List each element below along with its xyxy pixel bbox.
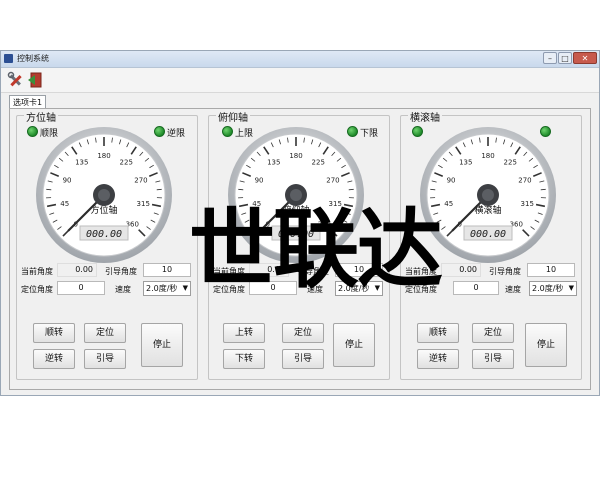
gauge-scale-label: 225: [504, 159, 517, 167]
speed-select[interactable]: 2.0度/秒 ▼: [529, 281, 577, 296]
exit-icon[interactable]: [27, 71, 45, 89]
title-bar: 控制系统 – □ ✕: [1, 51, 599, 68]
speed-label: 速度: [307, 285, 323, 294]
speed-value: 2.0度/秒: [532, 284, 564, 293]
gauge-scale-label: 270: [134, 177, 147, 185]
azimuth-gauge: 04590135180225270315360方位轴000.00: [36, 127, 172, 263]
gauge-scale-label: 135: [459, 159, 472, 167]
chevron-down-icon: ▼: [182, 284, 188, 292]
panel-title: 方位轴: [24, 109, 58, 124]
current-angle-label: 当前角度: [213, 267, 245, 276]
gauge-scale-label: 270: [518, 177, 531, 185]
gauge-scale-label: 180: [289, 152, 302, 160]
chevron-down-icon: ▼: [374, 284, 380, 292]
locate-button[interactable]: 定位: [282, 323, 324, 343]
speed-select[interactable]: 2.0度/秒 ▼: [143, 281, 191, 296]
guide-button[interactable]: 引导: [84, 349, 126, 369]
current-angle-value: 0.00: [57, 263, 97, 277]
window-title: 控制系统: [17, 54, 49, 63]
target-angle-label: 定位角度: [21, 285, 53, 294]
close-icon[interactable]: ✕: [573, 52, 597, 64]
stop-button[interactable]: 停止: [525, 323, 567, 367]
guide-angle-label: 引导角度: [297, 267, 329, 276]
current-angle-value: 0.00: [441, 263, 481, 277]
current-angle-label: 当前角度: [405, 267, 437, 276]
target-angle-input[interactable]: 0: [57, 281, 105, 295]
target-angle-input[interactable]: 0: [249, 281, 297, 295]
stop-button[interactable]: 停止: [333, 323, 375, 367]
chevron-down-icon: ▼: [568, 284, 574, 292]
speed-value: 2.0度/秒: [338, 284, 370, 293]
digital-display-value: 000.00: [470, 229, 506, 240]
speed-value: 2.0度/秒: [146, 284, 178, 293]
stop-button[interactable]: 停止: [141, 323, 183, 367]
minimize-icon[interactable]: –: [543, 52, 557, 64]
guide-angle-input[interactable]: 10: [335, 263, 383, 277]
guide-button[interactable]: 引导: [282, 349, 324, 369]
locate-button[interactable]: 定位: [84, 323, 126, 343]
gauge-hub-cap: [290, 189, 302, 201]
panel-title: 俯仰轴: [216, 109, 250, 124]
rotate-ccw-button[interactable]: 逆转: [417, 349, 459, 369]
rotate-ccw-button[interactable]: 逆转: [33, 349, 75, 369]
gauge-scale-label: 270: [326, 177, 339, 185]
gauge-scale-label: 180: [481, 152, 494, 160]
digital-display-value: 000.00: [86, 229, 122, 240]
gauge-scale-label: 135: [75, 159, 88, 167]
speed-label: 速度: [115, 285, 131, 294]
target-angle-label: 定位角度: [405, 285, 437, 294]
gauge-scale-label: 315: [521, 200, 534, 208]
tools-icon[interactable]: [7, 71, 25, 89]
rotate-down-button[interactable]: 下转: [223, 349, 265, 369]
panel-title: 横滚轴: [408, 109, 442, 124]
gauge-hub-cap: [482, 189, 494, 201]
gauge-scale-label: 45: [444, 200, 453, 208]
roll-gauge: 04590135180225270315360横滚轴000.00: [420, 127, 556, 263]
locate-button[interactable]: 定位: [472, 323, 514, 343]
rotate-cw-button[interactable]: 顺转: [33, 323, 75, 343]
tab-page-1[interactable]: 选项卡1: [9, 95, 47, 109]
app-icon: [4, 54, 13, 63]
toolbar: [1, 68, 599, 93]
app-window: 控制系统 – □ ✕ 选项卡1 方位轴 顺限 逆限 04590135180225…: [0, 50, 600, 396]
gauge-hub-cap: [98, 189, 110, 201]
speed-select[interactable]: 2.0度/秒 ▼: [335, 281, 383, 296]
gauge-scale-label: 225: [120, 159, 133, 167]
gauge-scale-label: 315: [137, 200, 150, 208]
current-angle-label: 当前角度: [21, 267, 53, 276]
guide-angle-input[interactable]: 10: [143, 263, 191, 277]
speed-label: 速度: [505, 285, 521, 294]
gauge-scale-label: 90: [255, 177, 264, 185]
target-angle-label: 定位角度: [213, 285, 245, 294]
azimuth-panel: 方位轴 顺限 逆限 04590135180225270315360方位轴000.…: [16, 109, 198, 380]
gauge-scale-label: 135: [267, 159, 280, 167]
roll-panel: 横滚轴 04590135180225270315360横滚轴000.00 当前角…: [400, 109, 582, 380]
pitch-gauge: 04590135180225270315360俯仰轴000.00: [228, 127, 364, 263]
gauge-scale-label: 90: [447, 177, 456, 185]
gauge-scale-label: 180: [97, 152, 110, 160]
guide-button[interactable]: 引导: [472, 349, 514, 369]
rotate-up-button[interactable]: 上转: [223, 323, 265, 343]
gauge-scale-label: 315: [329, 200, 342, 208]
digital-display-value: 000.00: [278, 229, 314, 240]
pitch-panel: 俯仰轴 上限 下限 04590135180225270315360俯仰轴000.…: [208, 109, 390, 380]
guide-angle-input[interactable]: 10: [527, 263, 575, 277]
tab-page: 方位轴 顺限 逆限 04590135180225270315360方位轴000.…: [9, 108, 591, 390]
gauge-scale-label: 45: [252, 200, 261, 208]
gauge-scale-label: 45: [60, 200, 69, 208]
maximize-icon[interactable]: □: [558, 52, 572, 64]
guide-angle-label: 引导角度: [105, 267, 137, 276]
rotate-cw-button[interactable]: 顺转: [417, 323, 459, 343]
guide-angle-label: 引导角度: [489, 267, 521, 276]
target-angle-input[interactable]: 0: [453, 281, 499, 295]
gauge-scale-label: 225: [312, 159, 325, 167]
gauge-scale-label: 90: [63, 177, 72, 185]
current-angle-value: 0.00: [249, 263, 289, 277]
